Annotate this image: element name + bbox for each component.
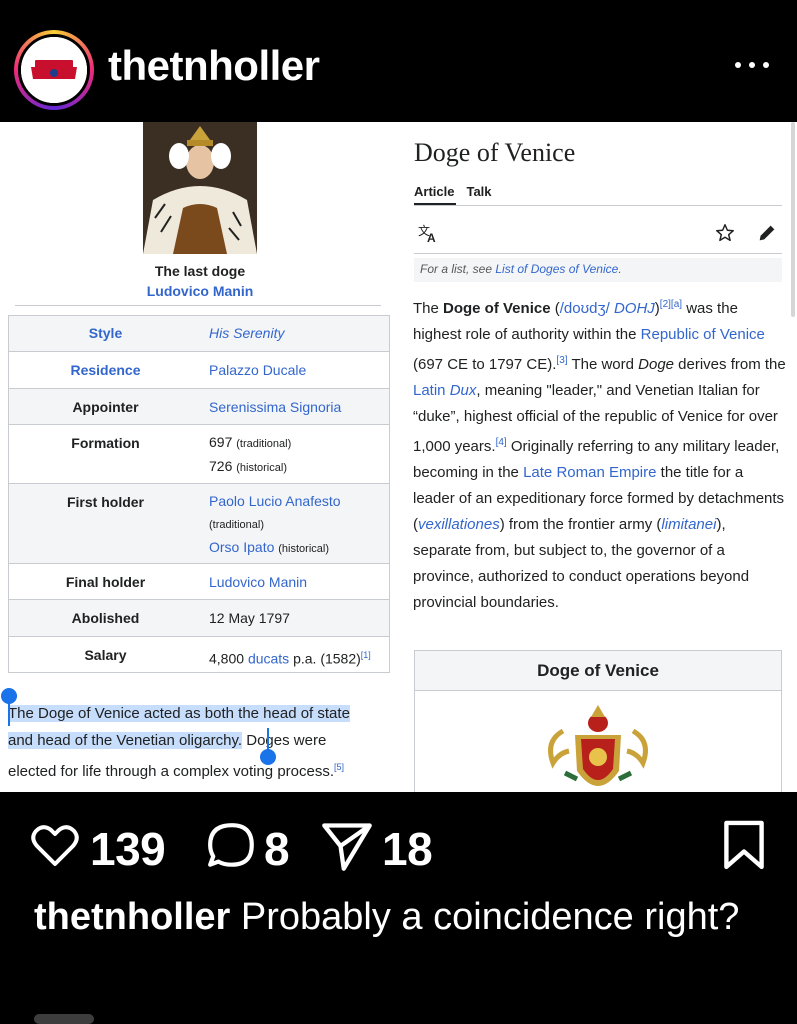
coat-of-arms-image [548,705,648,786]
post-caption: thetnholler Probably a coincidence right… [34,893,774,941]
post-header: thetnholler [0,0,797,122]
infobox-row-formation: Formation 697 (traditional) 726 (histori… [9,425,389,484]
article-infobox-title: Doge of Venice [415,651,781,691]
infobox-row-first-holder: First holder Paolo Lucio Anafesto (tradi… [9,484,389,564]
article-tabs: Article Talk [414,184,504,199]
caption-text: Probably a coincidence right? [230,896,740,938]
infobox-label: Appointer [72,399,139,415]
comment-count[interactable]: 8 [264,822,290,876]
tn-holler-logo-icon [21,37,87,103]
infobox-label: Abolished [71,610,140,626]
infobox-label[interactable]: Style [9,325,202,341]
infobox-caption-title: The last doge [154,263,246,279]
article-toolbar: 文 A [414,216,782,252]
infobox-table: Style His Serenity Residence Palazzo Duc… [8,315,390,673]
selected-paragraph[interactable]: The Doge of Venice acted as both the hea… [8,700,393,785]
infobox-label: First holder [66,494,144,510]
caption-username[interactable]: thetnholler [34,896,230,938]
hatnote: For a list, see List of Doges of Venice. [414,258,782,282]
selection-end-handle[interactable] [260,749,276,765]
selected-text: and head of the Venetian oligarchy. [8,732,243,749]
infobox-label: Salary [84,647,127,663]
infobox-row-salary: Salary 4,800 ducats p.a. (1582)[1] [9,637,389,673]
article-title: Doge of Venice [414,138,576,167]
divider [15,305,381,306]
infobox-row-abolished: Abolished 12 May 1797 [9,600,389,637]
tab-talk[interactable]: Talk [466,184,491,199]
divider [414,205,782,206]
bookmark-icon[interactable] [722,818,766,874]
svg-text:A: A [427,231,436,244]
infobox-value[interactable]: Palazzo Ducale [209,359,306,381]
share-send-icon[interactable] [320,818,374,874]
infobox-row-appointer: Appointer Serenissima Signoria [9,389,389,425]
infobox-value[interactable]: His Serenity [209,322,284,344]
translate-icon[interactable]: 文 A [418,222,440,244]
comment-icon[interactable] [206,818,258,874]
more-horizontal-icon[interactable] [733,50,773,80]
infobox-value: 697 (traditional) 726 (historical) [209,434,292,474]
infobox-label[interactable]: Residence [9,362,202,378]
avatar-image [18,34,90,106]
infobox-value: 12 May 1797 [209,610,290,626]
post-image[interactable]: The last doge Ludovico Manin Style His S… [0,122,797,792]
list-of-doges-link[interactable]: List of Doges of Venice [495,262,618,276]
selection-start-caret [8,700,10,726]
infobox-value[interactable]: Serenissima Signoria [209,396,341,418]
infobox-value[interactable]: Ludovico Manin [209,571,307,593]
infobox-row-style: Style His Serenity [9,316,389,352]
avatar[interactable] [14,30,94,110]
divider [414,253,782,254]
selected-text: The Doge of Venice acted as both the hea… [8,705,350,722]
edit-pencil-icon[interactable] [756,222,778,244]
infobox-label: Final holder [65,574,146,590]
infobox-row-final-holder: Final holder Ludovico Manin [9,564,389,600]
share-count[interactable]: 18 [382,822,433,876]
infobox-label: Formation [71,435,140,451]
post-username[interactable]: thetnholler [108,42,320,90]
ducats-link[interactable]: ducats [248,651,289,667]
infobox-caption-name[interactable]: Ludovico Manin [0,283,400,299]
heart-icon[interactable] [30,818,80,874]
truncated-metadata [34,1014,94,1024]
article-infobox: Doge of Venice [414,650,782,792]
infobox-row-residence: Residence Palazzo Ducale [9,352,389,389]
doge-portrait-image [143,122,257,254]
like-count[interactable]: 139 [90,822,166,876]
infobox-value: 4,800 ducats p.a. (1582)[1] [209,650,371,667]
infobox-value[interactable]: Paolo Lucio Anafesto (traditional) Orso … [209,490,341,560]
scrollbar[interactable] [791,122,795,317]
article-lead-paragraph: The Doge of Venice (/doʊdʒ/ DOHJ)[2][a] … [413,299,786,611]
tab-article[interactable]: Article [414,184,454,199]
star-icon[interactable] [714,222,736,244]
